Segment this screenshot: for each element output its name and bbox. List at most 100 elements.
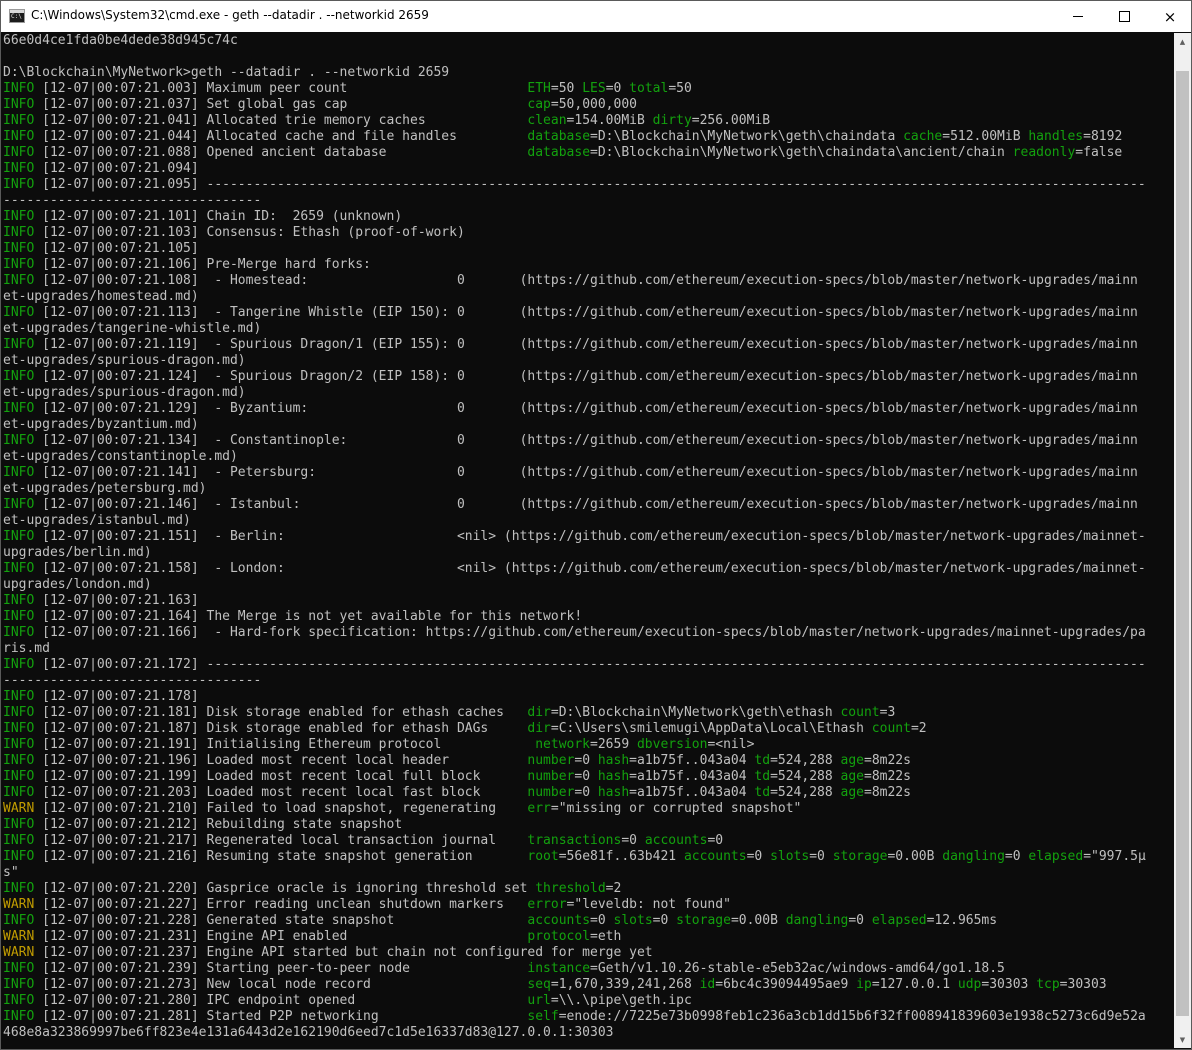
console-line: ris.md (3, 641, 1146, 657)
log-text: =256.00MiB (691, 113, 771, 128)
log-level-info: INFO (3, 769, 35, 784)
log-level-info: INFO (3, 209, 35, 224)
log-level-info: INFO (3, 257, 35, 272)
log-text: [12-07|00:07:21.273] New local node reco… (34, 977, 528, 992)
log-text: et-upgrades/homestead.md) (3, 289, 199, 304)
console-line: WARN [12-07|00:07:21.227] Error reading … (3, 897, 1146, 913)
log-key: database (527, 129, 591, 144)
console-line: et-upgrades/homestead.md) (3, 289, 1146, 305)
minimize-button[interactable] (1055, 1, 1101, 32)
log-text: =0 (574, 769, 598, 784)
console-line: INFO [12-07|00:07:21.141] - Petersburg: … (3, 465, 1146, 481)
log-key: instance (527, 961, 591, 976)
log-text: =8m22s (864, 785, 911, 800)
vertical-scrollbar[interactable]: ▲ ▼ (1174, 33, 1191, 1048)
log-level-info: INFO (3, 337, 35, 352)
log-key: handles (1028, 129, 1084, 144)
title-bar[interactable]: C:\Windows\System32\cmd.exe - geth --dat… (1, 1, 1191, 32)
log-text: =eth (590, 929, 622, 944)
log-level-info: INFO (3, 113, 35, 128)
log-key: storage (676, 913, 731, 928)
console-lines: 66e0d4ce1fda0be4dede38d945c74c D:\Blockch… (3, 33, 1146, 1041)
console-output[interactable]: 66e0d4ce1fda0be4dede38d945c74c D:\Blockch… (1, 33, 1174, 1048)
log-text: [12-07|00:07:21.231] Engine API enabled (34, 929, 528, 944)
log-key: slots (770, 849, 810, 864)
log-key: transactions (527, 833, 622, 848)
log-text: =50,000,000 (550, 97, 637, 112)
log-text: =0 (848, 913, 872, 928)
log-text: [12-07|00:07:21.281] Started P2P network… (34, 1009, 528, 1024)
log-level-info: INFO (3, 177, 35, 192)
log-text: [12-07|00:07:21.216] Resuming state snap… (34, 849, 528, 864)
log-text: =0 (652, 913, 677, 928)
scroll-up-icon[interactable]: ▲ (1174, 33, 1191, 50)
console-line: INFO [12-07|00:07:21.212] Rebuilding sta… (3, 817, 1146, 833)
log-text: =0 (809, 849, 833, 864)
console-line: upgrades/berlin.md) (3, 545, 1146, 561)
log-key: accounts (644, 833, 708, 848)
cmd-icon (9, 9, 25, 23)
log-text: =3 (879, 705, 896, 720)
log-text: =0 (707, 833, 724, 848)
log-key: storage (832, 849, 888, 864)
console-line: INFO [12-07|00:07:21.239] Starting peer-… (3, 961, 1146, 977)
log-key: dangling (785, 913, 849, 928)
console-line: --------------------------------- (3, 673, 1146, 689)
console-line: D:\Blockchain\MyNetwork>geth --datadir .… (3, 65, 1146, 81)
log-key: number (527, 769, 575, 784)
log-level-info: INFO (3, 465, 35, 480)
log-text: [12-07|00:07:21.280] IPC endpoint opened (34, 993, 528, 1008)
log-level-info: INFO (3, 529, 35, 544)
log-level-info: INFO (3, 833, 35, 848)
log-text: [12-07|00:07:21.196] Loaded most recent … (34, 753, 528, 768)
log-level-info: INFO (3, 241, 35, 256)
log-text: [12-07|00:07:21.151] - Berlin: <nil> (ht… (34, 529, 1146, 544)
log-level-info: INFO (3, 881, 35, 896)
log-text: =30303 (981, 977, 1037, 992)
log-key: id (699, 977, 716, 992)
maximize-button[interactable] (1101, 1, 1147, 32)
log-text: =6bc4c39094495ae9 (715, 977, 857, 992)
log-text: ="leveldb: not found" (566, 897, 731, 912)
log-text: [12-07|00:07:21.164] The Merge is not ye… (34, 609, 583, 624)
log-text: [12-07|00:07:21.239] Starting peer-to-pe… (34, 961, 528, 976)
console-line: et-upgrades/byzantium.md) (3, 417, 1146, 433)
log-key: err (527, 801, 551, 816)
console-line: INFO [12-07|00:07:21.181] Disk storage e… (3, 705, 1146, 721)
console-line: INFO [12-07|00:07:21.134] - Constantinop… (3, 433, 1146, 449)
log-level-info: INFO (3, 561, 35, 576)
log-key: LES (582, 81, 606, 96)
log-key: udp (957, 977, 982, 992)
window-title: C:\Windows\System32\cmd.exe - geth --dat… (31, 8, 429, 22)
log-key: td (754, 753, 771, 768)
log-level-info: INFO (3, 161, 35, 176)
console-line: et-upgrades/spurious-dragon.md) (3, 385, 1146, 401)
log-text: [12-07|00:07:21.106] Pre-Merge hard fork… (34, 257, 371, 272)
log-text: [12-07|00:07:21.037] Set global gas cap (34, 97, 528, 112)
log-key: age (840, 753, 864, 768)
scroll-down-icon[interactable]: ▼ (1174, 1031, 1191, 1048)
log-key: tcp (1036, 977, 1060, 992)
scroll-thumb[interactable] (1176, 71, 1189, 1016)
console-line: et-upgrades/tangerine-whistle.md) (3, 321, 1146, 337)
close-button[interactable]: × (1147, 1, 1192, 32)
log-level-warn: WARN (3, 945, 35, 960)
log-text: et-upgrades/constantinople.md) (3, 449, 238, 464)
log-level-info: INFO (3, 689, 35, 704)
log-text: =0 (574, 753, 598, 768)
log-text: --------------------------------- (3, 673, 262, 688)
log-text: [12-07|00:07:21.088] Opened ancient data… (34, 145, 528, 160)
log-level-info: INFO (3, 657, 35, 672)
log-text: [12-07|00:07:21.163] (34, 593, 199, 608)
log-level-info: INFO (3, 737, 35, 752)
console-line: INFO [12-07|00:07:21.187] Disk storage e… (3, 721, 1146, 737)
log-level-info: INFO (3, 977, 35, 992)
log-text: =0 (1004, 849, 1029, 864)
log-key: accounts (683, 849, 747, 864)
log-key: count (840, 705, 880, 720)
log-text: =Geth/v1.10.26-stable-e5eb32ac/windows-a… (590, 961, 1005, 976)
console-line: INFO [12-07|00:07:21.088] Opened ancient… (3, 145, 1146, 161)
log-key: hash (597, 753, 630, 768)
console-line: INFO [12-07|00:07:21.146] - Istanbul: 0 … (3, 497, 1146, 513)
log-key: protocol (527, 929, 591, 944)
